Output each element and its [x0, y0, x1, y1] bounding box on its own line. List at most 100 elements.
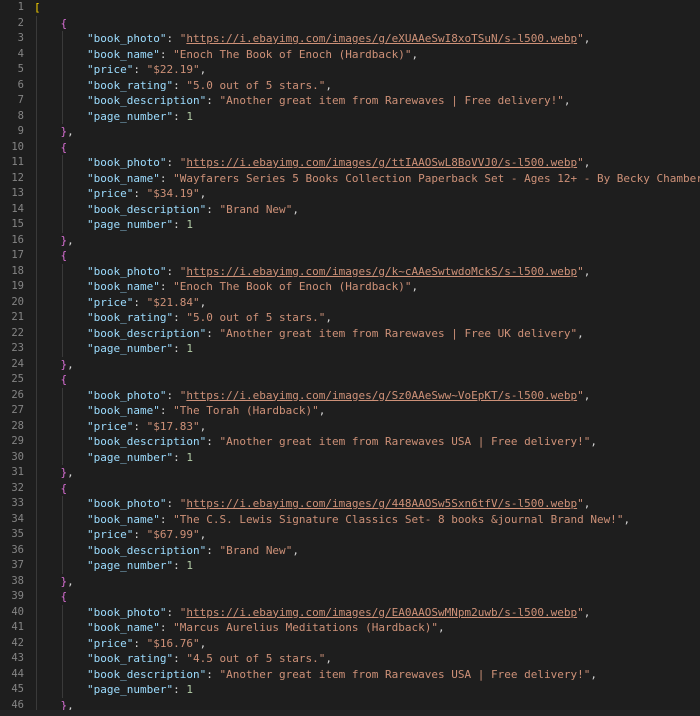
line-number: 31 [11, 466, 24, 478]
json-key: "price" [86, 187, 134, 200]
code-line[interactable]: 37 "page_number": 1 [11, 558, 700, 574]
line-number: 34 [11, 512, 24, 525]
code-line[interactable]: 16 }, [11, 232, 700, 248]
code-line[interactable]: 2 { [18, 15, 700, 31]
code-line[interactable]: 5 "price": "$22.19", [18, 62, 700, 78]
code-line[interactable]: 38 }, [11, 573, 700, 589]
line-number: 30 [11, 450, 24, 463]
json-number-value: 1 [186, 218, 193, 231]
json-key: "book_description" [86, 202, 207, 216]
json-number-value: 1 [186, 683, 193, 696]
line-number: 17 [11, 249, 24, 261]
line-number: 16 [11, 233, 24, 246]
line-number: 25 [11, 373, 24, 385]
code-line[interactable]: 26 "book_photo": "https://i.ebayimg.com/… [11, 387, 700, 403]
code-line[interactable]: 22 "book_description": "Another great it… [11, 325, 700, 341]
code-line[interactable]: 6 "book_rating": "5.0 out of 5 stars.", [18, 77, 700, 93]
line-content: }, [60, 357, 74, 371]
line-content: { [34, 249, 68, 262]
line-number: 7 [17, 94, 24, 106]
line-content: { [34, 482, 68, 495]
code-line[interactable]: 43 "book_rating": "4.5 out of 5 stars.", [11, 651, 700, 667]
json-quote: " [192, 528, 200, 541]
code-line[interactable]: 19 "book_name": "Enoch The Book of Enoch… [11, 279, 700, 295]
json-quote: " [186, 311, 193, 324]
code-line[interactable]: 8 "page_number": 1 [18, 108, 700, 124]
json-number-value: 1 [186, 109, 193, 123]
code-line[interactable]: 42 "price": "$16.76", [11, 635, 700, 651]
code-line[interactable]: 28 "price": "$17.83", [11, 418, 700, 434]
code-line[interactable]: 45 "page_number": 1 [11, 682, 700, 698]
json-string-value: Another great item from Rarewaves USA | … [226, 435, 584, 448]
code-line[interactable]: 35 "price": "$67.99", [11, 527, 700, 543]
code-line[interactable]: 30 "page_number": 1 [11, 449, 700, 465]
code-line[interactable]: 25 { [11, 372, 700, 388]
json-key: "price" [86, 528, 134, 541]
line-content: }, [60, 574, 74, 588]
code-line[interactable]: 11 "book_photo": "https://i.ebayimg.com/… [11, 155, 700, 171]
line-number: 41 [11, 621, 24, 633]
code-line[interactable]: 4 "book_name": "Enoch The Book of Enoch … [18, 46, 700, 62]
json-string-value: $17.83 [153, 419, 193, 433]
code-line[interactable]: 10 { [11, 139, 700, 155]
code-line[interactable]: 29 "book_description": "Another great it… [11, 434, 700, 450]
code-line[interactable]: 3 "book_photo": "https://i.ebayimg.com/i… [18, 31, 700, 47]
code-area[interactable]: 1[2 {3 "book_photo": "https://i.ebayimg.… [11, 0, 700, 716]
json-quote: " [583, 435, 591, 448]
code-line[interactable]: 23 "page_number": 1 [11, 341, 700, 357]
code-line[interactable]: 40 "book_photo": "https://i.ebayimg.com/… [11, 604, 700, 620]
code-line[interactable]: 20 "price": "$21.84", [11, 294, 700, 310]
line-number: 43 [11, 652, 24, 664]
code-line[interactable]: 41 "book_name": "Marcus Aurelius Meditat… [11, 620, 700, 636]
code-line[interactable]: 1[ [18, 0, 700, 16]
line-number: 40 [11, 605, 24, 618]
code-line[interactable]: 9 }, [18, 124, 700, 140]
code-line[interactable]: 14 "book_description": "Brand New", [11, 201, 700, 217]
line-content: "book_description": "Brand New", [86, 543, 299, 557]
line-number: 1 [17, 1, 24, 13]
line-content: "book_description": "Another great item … [86, 435, 597, 448]
code-line[interactable]: 34 "book_name": "The C.S. Lewis Signatur… [11, 511, 700, 527]
json-quote: " [173, 280, 180, 293]
json-quote: " [192, 419, 200, 433]
code-line[interactable]: 21 "book_rating": "5.0 out of 5 stars.", [11, 310, 700, 326]
json-quote: " [186, 652, 193, 665]
json-url-link[interactable]: https://i.ebayimg.com/images/g/eXUAAeSwI… [186, 32, 577, 45]
json-quote: " [192, 187, 200, 200]
json-url-link[interactable]: https://i.ebayimg.com/images/g/ttIAAOSwL… [186, 156, 577, 169]
code-line[interactable]: 18 "book_photo": "https://i.ebayimg.com/… [11, 263, 700, 279]
json-url-link[interactable]: https://i.ebayimg.com/images/g/k~cAAeSwt… [186, 265, 577, 278]
code-line[interactable]: 7 "book_description": "Another great ite… [18, 93, 700, 109]
json-string-value: Enoch The Book of Enoch (Hardback) [179, 280, 405, 293]
json-url-link[interactable]: https://i.ebayimg.com/images/g/448AAOSw5… [186, 497, 577, 510]
line-number: 35 [11, 528, 24, 540]
json-key: "price" [86, 419, 134, 433]
line-content: "book_name": "Enoch The Book of Enoch (H… [86, 47, 419, 61]
code-line[interactable]: 44 "book_description": "Another great it… [11, 666, 700, 682]
line-content: "book_name": "Enoch The Book of Enoch (H… [86, 280, 419, 293]
code-line[interactable]: 13 "price": "$34.19", [11, 186, 700, 202]
json-key: "page_number" [86, 450, 174, 464]
code-line[interactable]: 31 }, [11, 465, 700, 481]
horizontal-scrollbar[interactable] [0, 710, 700, 716]
json-quote: " [577, 605, 584, 619]
code-editor[interactable]: 1[2 {3 "book_photo": "https://i.ebayimg.… [0, 0, 700, 716]
line-content: { [34, 141, 68, 154]
json-url-link[interactable]: https://i.ebayimg.com/images/g/EA0AAOSwM… [186, 606, 577, 619]
code-line[interactable]: 33 "book_photo": "https://i.ebayimg.com/… [11, 496, 700, 512]
line-number: 33 [11, 497, 24, 509]
line-content: "book_description": "Brand New", [86, 202, 299, 216]
code-line[interactable]: 39 { [11, 589, 700, 605]
code-line[interactable]: 17 { [11, 248, 700, 264]
code-line[interactable]: 24 }, [11, 356, 700, 372]
code-line[interactable]: 12 "book_name": "Wayfarers Series 5 Book… [11, 170, 700, 186]
line-content: "book_name": "The C.S. Lewis Signature C… [86, 512, 631, 526]
json-key: "price" [86, 295, 134, 309]
json-url-link[interactable]: https://i.ebayimg.com/images/g/Sz0AAeSww… [186, 389, 577, 402]
code-line[interactable]: 32 { [11, 480, 700, 496]
object-open-brace: { [60, 373, 68, 386]
line-number: 5 [17, 63, 24, 75]
code-line[interactable]: 27 "book_name": "The Torah (Hardback)", [11, 403, 700, 419]
code-line[interactable]: 15 "page_number": 1 [11, 217, 700, 233]
code-line[interactable]: 36 "book_description": "Brand New", [11, 542, 700, 558]
